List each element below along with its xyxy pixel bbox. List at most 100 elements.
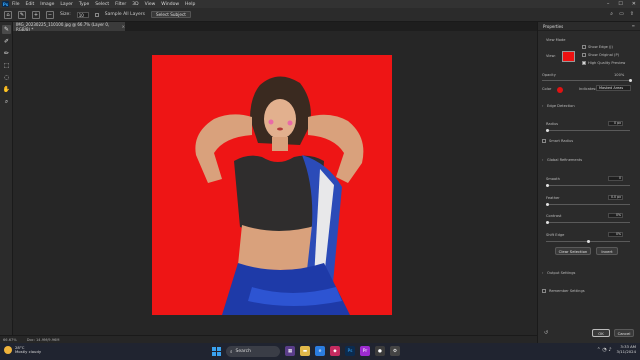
radius-slider-knob[interactable] — [546, 129, 549, 132]
contrast-slider[interactable] — [546, 221, 630, 224]
feather-label: Feather — [546, 196, 560, 200]
object-selection-icon[interactable]: ⬚ — [2, 61, 11, 70]
opacity-slider-knob[interactable] — [629, 79, 632, 82]
reset-icon[interactable]: ↺ — [544, 330, 548, 336]
smart-radius-checkbox[interactable] — [542, 139, 546, 143]
smooth-slider-knob[interactable] — [546, 184, 549, 187]
workspace-icon[interactable]: ▭ — [619, 11, 624, 17]
opacity-slider[interactable] — [542, 79, 632, 82]
tools-panel: ✎ ✐ ✏ ⬚ ◌ ✋ ⌕ — [0, 22, 13, 335]
indicates-dropdown[interactable]: Masked Areas — [596, 85, 631, 91]
clock[interactable]: 3:33 AM 3/11/2024 — [617, 344, 636, 354]
menu-image[interactable]: Image — [40, 2, 54, 7]
menu-3d[interactable]: 3D — [132, 2, 138, 7]
menu-window[interactable]: Window — [161, 2, 179, 7]
select-subject-button[interactable]: Select Subject — [150, 11, 191, 18]
shift-edge-value[interactable]: 0% — [608, 232, 623, 237]
feather-value[interactable]: 0.0 px — [608, 195, 623, 200]
output-settings-chevron-icon[interactable]: › — [542, 271, 543, 275]
shift-edge-slider[interactable] — [546, 240, 630, 243]
status-bar: 66.67% Doc: 14.9M/9.96M — [0, 335, 537, 343]
brush-tool-icon[interactable]: ✎ — [18, 10, 26, 19]
menu-select[interactable]: Select — [95, 2, 109, 7]
menu-help[interactable]: Help — [185, 2, 195, 7]
show-edge-checkbox[interactable] — [582, 45, 586, 49]
menu-edit[interactable]: Edit — [26, 2, 35, 7]
view-mode-label: View Mode — [546, 38, 566, 42]
global-refinements-chevron-icon[interactable]: › — [542, 158, 543, 162]
radius-value[interactable]: 0 px — [608, 121, 623, 126]
menu-file[interactable]: File — [12, 2, 20, 7]
zoom-tool-icon[interactable]: ⌕ — [2, 97, 11, 106]
widgets-icon[interactable]: ▦ — [285, 346, 295, 356]
radius-slider[interactable] — [546, 129, 630, 132]
weather-widget[interactable]: 28°C Mostly cloudy — [4, 345, 42, 355]
photoshop-icon[interactable]: Ps — [345, 346, 355, 356]
smooth-value[interactable]: 0 — [608, 176, 623, 181]
close-tab-icon[interactable]: × — [122, 24, 125, 29]
contrast-value[interactable]: 0% — [608, 213, 623, 218]
add-icon[interactable]: + — [32, 10, 40, 19]
menu-view[interactable]: View — [145, 2, 156, 7]
show-original-label: Show Original (P) — [588, 53, 620, 57]
remember-settings-checkbox[interactable] — [542, 289, 546, 293]
brush-tool-icon[interactable]: ✏ — [2, 49, 11, 58]
weather-condition: Mostly cloudy — [15, 349, 42, 355]
menu-type[interactable]: Type — [79, 2, 89, 7]
file-explorer-icon[interactable]: ▬ — [300, 346, 310, 356]
size-field[interactable]: 10 — [76, 11, 89, 18]
ok-button[interactable]: OK — [592, 329, 610, 337]
edge-detection-chevron-icon[interactable]: › — [542, 104, 543, 108]
canvas-area[interactable] — [13, 31, 537, 335]
show-original-checkbox[interactable] — [582, 53, 586, 57]
photo-preview[interactable] — [152, 55, 392, 315]
subtract-icon[interactable]: − — [46, 10, 54, 19]
search-icon[interactable]: ⌕ — [610, 11, 613, 17]
options-right-icons: ⌕ ▭ ⇪ — [610, 11, 634, 17]
global-refinements-label[interactable]: Global Refinements — [547, 158, 582, 162]
edge-detection-label[interactable]: Edge Detection — [547, 104, 575, 108]
cancel-button[interactable]: Cancel — [614, 329, 634, 337]
app-icon-2[interactable]: ● — [375, 346, 385, 356]
invert-button[interactable]: Invert — [596, 247, 618, 255]
feather-slider-knob[interactable] — [546, 203, 549, 206]
edge-icon[interactable]: e — [315, 346, 325, 356]
panel-menu-icon[interactable]: ≡ — [632, 23, 635, 28]
sample-all-layers-checkbox[interactable] — [94, 12, 99, 17]
hand-tool-icon[interactable]: ✋ — [2, 85, 11, 94]
output-settings-label[interactable]: Output Settings — [547, 271, 575, 275]
close-icon[interactable]: ✕ — [632, 1, 636, 7]
premiere-icon[interactable]: Pr — [360, 346, 370, 356]
settings-icon[interactable]: ⚙ — [390, 346, 400, 356]
home-icon[interactable]: ⌂ — [4, 10, 12, 19]
smooth-slider[interactable] — [546, 184, 630, 187]
view-mode-dropdown[interactable] — [562, 51, 575, 62]
high-quality-preview-checkbox[interactable] — [582, 61, 586, 65]
menu-filter[interactable]: Filter — [115, 2, 126, 7]
color-label: Color — [542, 87, 552, 91]
subject-illustration — [195, 76, 364, 315]
opacity-value[interactable]: 100% — [614, 73, 624, 77]
refine-edge-brush-icon[interactable]: ✐ — [2, 37, 11, 46]
system-tray: ⌃ ◔ ♪ 3:33 AM 3/11/2024 — [597, 344, 636, 354]
start-button[interactable] — [212, 347, 221, 356]
clear-selection-button[interactable]: Clear Selection — [555, 247, 591, 255]
shift-edge-slider-knob[interactable] — [587, 240, 590, 243]
menu-layer[interactable]: Layer — [60, 2, 73, 7]
mask-color-swatch[interactable] — [557, 87, 563, 93]
maximize-icon[interactable]: ☐ — [618, 1, 622, 7]
quick-selection-tool-icon[interactable]: ✎ — [2, 25, 11, 34]
feather-slider[interactable] — [546, 203, 630, 206]
size-label: Size: — [60, 12, 71, 17]
lasso-tool-icon[interactable]: ◌ — [2, 73, 11, 82]
search-icon: ⌕ — [230, 349, 233, 355]
minimize-icon[interactable]: – — [607, 1, 610, 7]
share-icon[interactable]: ⇪ — [630, 11, 634, 17]
taskbar-search[interactable]: ⌕ Search — [226, 346, 280, 357]
app-icon[interactable]: ◆ — [330, 346, 340, 356]
search-placeholder: Search — [235, 349, 251, 354]
document-tab[interactable]: IMG_20230225_110100.jpg @ 66.7% (Layer 0… — [13, 22, 125, 32]
zoom-level[interactable]: 66.67% — [3, 338, 17, 342]
contrast-slider-knob[interactable] — [546, 221, 549, 224]
tray-icons[interactable]: ⌃ ◔ ♪ — [597, 347, 612, 353]
